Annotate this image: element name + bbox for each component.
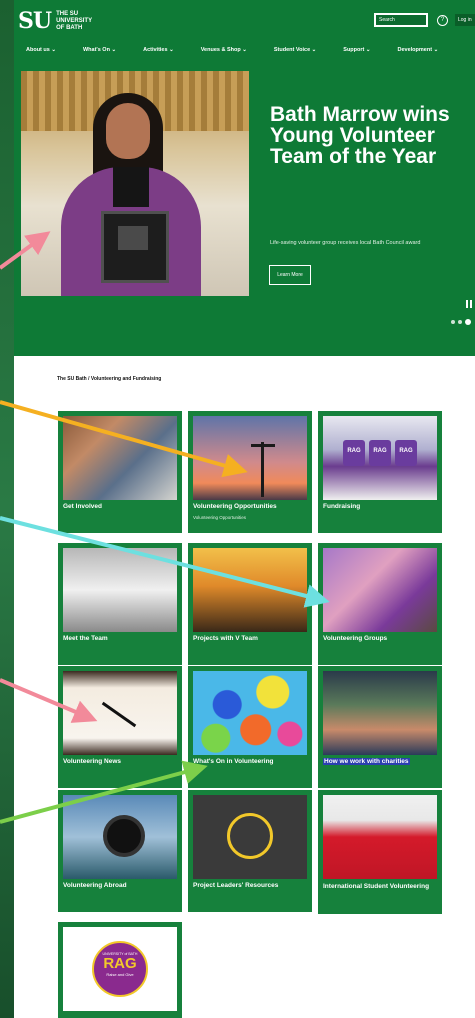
card-sublabel: Volunteering Opportunities	[193, 515, 247, 520]
card-label: Volunteering Opportunities	[193, 503, 277, 510]
card-volunteering-groups[interactable]: Volunteering Groups	[318, 543, 442, 665]
card-meet-the-team[interactable]: Meet the Team	[58, 543, 182, 665]
logo-line: THE SU	[56, 10, 79, 17]
card-image	[193, 671, 307, 755]
rag-bag-image: RAG	[343, 440, 365, 466]
page: SU THE SU UNIVERSITY OF BATH Search ? Lo…	[14, 0, 475, 1018]
card-image	[63, 795, 177, 879]
left-background-strip	[0, 0, 14, 1018]
login-button[interactable]: Log in	[455, 14, 475, 26]
card-label: Project Leaders' Resources	[193, 882, 279, 889]
card-image	[193, 795, 307, 879]
card-fundraising[interactable]: RAG RAG RAG Fundraising	[318, 411, 442, 533]
card-whats-on-volunteering[interactable]: What's On in Volunteering	[188, 666, 312, 788]
main-nav: About us ⌄ What's On ⌄ Activities ⌄ Venu…	[26, 47, 438, 53]
card-label: What's On in Volunteering	[193, 758, 274, 765]
site-header: SU THE SU UNIVERSITY OF BATH Search ? Lo…	[14, 0, 475, 66]
photo-face	[106, 103, 150, 159]
carousel-dot[interactable]	[451, 320, 455, 324]
award-plaque	[101, 211, 169, 283]
rag-bag-text: RAG	[373, 448, 387, 454]
card-label: Volunteering Groups	[323, 635, 388, 642]
card-image	[323, 671, 437, 755]
rag-logo: UNIVERSITY of BATH RAG Raise and Give	[92, 941, 148, 997]
rag-bag-text: RAG	[347, 448, 361, 454]
card-label: International Student Volunteering	[323, 883, 430, 890]
card-image	[193, 548, 307, 632]
card-how-we-work-charities[interactable]: How we work with charities	[318, 666, 442, 788]
card-label: How we work with charities	[323, 758, 410, 765]
carousel-dot[interactable]	[458, 320, 462, 324]
card-projects-v-team[interactable]: Projects with V Team	[188, 543, 312, 665]
rag-logo-sub: Raise and Give	[106, 972, 134, 977]
card-label: Get Involved	[63, 503, 103, 510]
rag-bag-text: RAG	[399, 448, 413, 454]
logo-mark: SU	[18, 8, 52, 34]
card-label: Fundraising	[323, 503, 361, 510]
card-image	[63, 671, 177, 755]
hero-title: Bath Marrow wins Young Volunteer Team of…	[270, 103, 450, 168]
card-label: Meet the Team	[63, 635, 108, 642]
card-project-leaders-resources[interactable]: Project Leaders' Resources	[188, 790, 312, 912]
signpost-image	[261, 442, 264, 497]
card-international-student-volunteering[interactable]: International Student Volunteering	[318, 790, 442, 914]
card-image	[323, 548, 437, 632]
learn-more-button[interactable]: Learn More	[269, 265, 311, 285]
search-input[interactable]: Search	[374, 13, 428, 27]
logo-line: UNIVERSITY	[56, 17, 93, 24]
nav-item-support[interactable]: Support ⌄	[343, 47, 370, 53]
card-label: Volunteering News	[63, 758, 122, 765]
rag-bag-image: RAG	[395, 440, 417, 466]
photo-shirt	[113, 167, 149, 207]
nav-item-about-us[interactable]: About us ⌄	[26, 47, 56, 53]
card-image	[193, 416, 307, 500]
card-volunteering-news[interactable]: Volunteering News	[58, 666, 182, 788]
card-image: RAG RAG RAG	[323, 416, 437, 500]
breadcrumb[interactable]: The SU Bath / Volunteering and Fundraisi…	[57, 376, 161, 382]
help-icon[interactable]: ?	[437, 15, 448, 26]
nav-item-student-voice[interactable]: Student Voice ⌄	[274, 47, 316, 53]
carousel-dots	[451, 319, 471, 325]
nav-item-whats-on[interactable]: What's On ⌄	[83, 47, 116, 53]
hero-subtitle: Life-saving volunteer group receives loc…	[270, 240, 421, 246]
card-label: Volunteering Abroad	[63, 882, 127, 889]
logo-line: OF BATH	[56, 24, 83, 31]
card-label: Projects with V Team	[193, 635, 258, 642]
card-volunteering-opportunities[interactable]: Volunteering Opportunities Volunteering …	[188, 411, 312, 533]
logo-text: THE SU UNIVERSITY OF BATH	[56, 11, 92, 32]
hero-banner: Bath Marrow wins Young Volunteer Team of…	[14, 66, 475, 356]
signpost-arm	[251, 444, 275, 447]
nav-item-development[interactable]: Development ⌄	[398, 47, 439, 53]
card-get-involved[interactable]: Get Involved	[58, 411, 182, 533]
card-image	[323, 795, 437, 879]
nav-item-activities[interactable]: Activities ⌄	[143, 47, 174, 53]
card-volunteering-abroad[interactable]: Volunteering Abroad	[58, 790, 182, 912]
rag-bag-image: RAG	[369, 440, 391, 466]
smiley-image	[227, 813, 273, 859]
pen-image	[101, 701, 137, 728]
pause-icon[interactable]	[466, 300, 472, 308]
lens-image	[103, 815, 145, 857]
carousel-dot-active[interactable]	[465, 319, 471, 325]
su-logo[interactable]: SU THE SU UNIVERSITY OF BATH	[18, 8, 92, 34]
card-rag[interactable]: UNIVERSITY of BATH RAG Raise and Give	[58, 922, 182, 1018]
card-image: UNIVERSITY of BATH RAG Raise and Give	[63, 927, 177, 1011]
hero-photo	[21, 71, 249, 296]
card-image	[63, 416, 177, 500]
rag-logo-word: RAG	[103, 955, 137, 972]
nav-item-venues-shop[interactable]: Venues & Shop ⌄	[201, 47, 247, 53]
card-image	[63, 548, 177, 632]
